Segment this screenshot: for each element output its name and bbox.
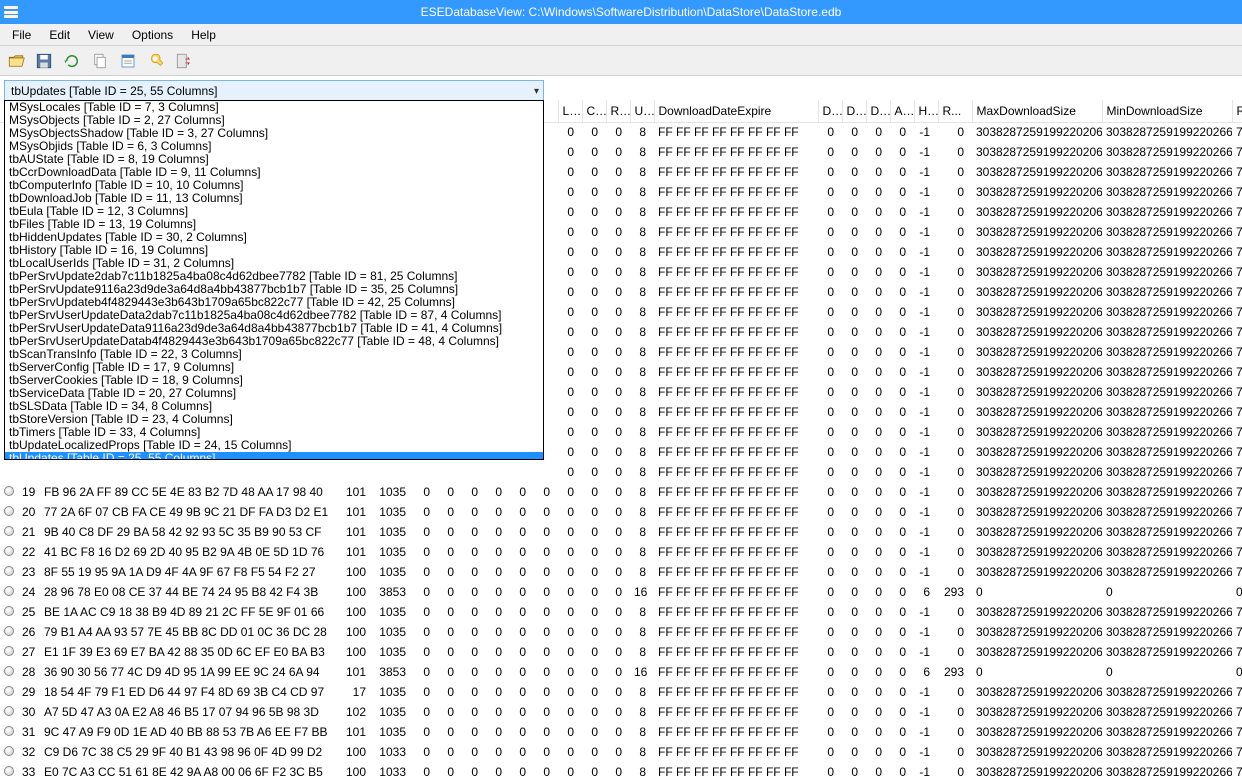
menu-edit[interactable]: Edit xyxy=(41,26,78,44)
column-header[interactable]: C... xyxy=(582,100,606,122)
row-status-icon xyxy=(4,706,14,716)
menubar: FileEditViewOptionsHelp xyxy=(0,24,1242,46)
column-header[interactable]: D... xyxy=(842,100,866,122)
menu-help[interactable]: Help xyxy=(183,26,224,44)
column-header[interactable]: R... xyxy=(938,100,972,122)
table-row[interactable]: 33E0 7C A3 CC 51 61 8E 42 9A A8 00 06 6F… xyxy=(0,762,1242,780)
column-header[interactable]: DownloadDateExpire xyxy=(654,100,818,122)
window-sys-icon xyxy=(4,6,18,18)
menu-file[interactable]: File xyxy=(4,26,39,44)
table-row[interactable]: 19FB 96 2A FF 89 CC 5E 4E 83 B2 7D 48 AA… xyxy=(0,482,1242,502)
titlebar[interactable]: ESEDatabaseView: C:\Windows\SoftwareDist… xyxy=(0,0,1242,24)
row-status-icon xyxy=(4,726,14,736)
column-header[interactable]: L... xyxy=(558,100,582,122)
table-row[interactable]: 219B 40 C8 DF 29 BA 58 42 92 93 5C 35 B9… xyxy=(0,522,1242,542)
row-status-icon xyxy=(4,486,14,496)
table-row[interactable]: 30A7 5D 47 A3 0A E2 A8 46 B5 17 07 94 96… xyxy=(0,702,1242,722)
save-icon[interactable] xyxy=(34,51,54,71)
row-status-icon xyxy=(4,606,14,616)
table-row[interactable]: 25BE 1A AC C9 18 38 B9 4D 89 21 2C FF 5E… xyxy=(0,602,1242,622)
open-icon[interactable] xyxy=(6,51,26,71)
column-header[interactable]: Recom... xyxy=(1232,100,1242,122)
row-status-icon xyxy=(4,746,14,756)
table-row[interactable]: 0008FF FF FF FF FF FF FF FF0000-10303828… xyxy=(0,462,1242,482)
row-status-icon xyxy=(4,666,14,676)
row-status-icon xyxy=(4,566,14,576)
properties-icon[interactable] xyxy=(118,51,138,71)
column-header[interactable]: R... xyxy=(606,100,630,122)
menu-view[interactable]: View xyxy=(80,26,122,44)
table-selector-combo[interactable]: tbUpdates [Table ID = 25, 55 Columns] ▾ xyxy=(4,80,544,102)
dropdown-item[interactable]: tbUpdates [Table ID = 25, 55 Columns] xyxy=(5,452,543,460)
column-header[interactable]: A... xyxy=(890,100,914,122)
column-header[interactable]: U... xyxy=(630,100,654,122)
copy-icon[interactable] xyxy=(90,51,110,71)
table-row[interactable]: 2679 B1 A4 AA 93 57 7E 45 BB 8C DD 01 0C… xyxy=(0,622,1242,642)
column-header[interactable]: D... xyxy=(818,100,842,122)
table-row[interactable]: 319C 47 A9 F9 0D 1E AD 40 BB 88 53 7B A6… xyxy=(0,722,1242,742)
row-status-icon xyxy=(4,646,14,656)
table-row[interactable]: 2428 96 78 E0 08 CE 37 44 BE 74 24 95 B8… xyxy=(0,582,1242,602)
window-title: ESEDatabaseView: C:\Windows\SoftwareDist… xyxy=(24,5,1238,19)
table-selector-dropdown[interactable]: MSysLocales [Table ID = 7, 3 Columns]MSy… xyxy=(4,100,544,460)
find-icon[interactable] xyxy=(146,51,166,71)
table-row[interactable]: 32C9 D6 7C 38 C5 29 9F 40 B1 43 98 96 0F… xyxy=(0,742,1242,762)
column-header[interactable]: H... xyxy=(914,100,938,122)
table-selector-value: tbUpdates [Table ID = 25, 55 Columns] xyxy=(11,84,217,98)
row-status-icon xyxy=(4,526,14,536)
refresh-icon[interactable] xyxy=(62,51,82,71)
column-header[interactable]: D... xyxy=(866,100,890,122)
row-status-icon xyxy=(4,686,14,696)
table-row[interactable]: 27E1 1F 39 E3 69 E7 BA 42 88 35 0D 6C EF… xyxy=(0,642,1242,662)
exit-icon[interactable] xyxy=(174,51,194,71)
row-status-icon xyxy=(4,506,14,516)
chevron-down-icon: ▾ xyxy=(534,86,539,97)
column-header[interactable]: MinDownloadSize xyxy=(1102,100,1232,122)
row-status-icon xyxy=(4,586,14,596)
row-status-icon xyxy=(4,626,14,636)
table-row[interactable]: 2077 2A 6F 07 CB FA CE 49 9B 9C 21 DF FA… xyxy=(0,502,1242,522)
row-status-icon xyxy=(4,546,14,556)
row-status-icon xyxy=(4,766,14,776)
table-row[interactable]: 2918 54 4F 79 F1 ED D6 44 97 F4 8D 69 3B… xyxy=(0,682,1242,702)
toolbar xyxy=(0,46,1242,76)
menu-options[interactable]: Options xyxy=(124,26,181,44)
table-row[interactable]: 2241 BC F8 16 D2 69 2D 40 95 B2 9A 4B 0E… xyxy=(0,542,1242,562)
column-header[interactable]: MaxDownloadSize xyxy=(972,100,1102,122)
table-row[interactable]: 238F 55 19 95 9A 1A D9 4F 4A 9F 67 F8 F5… xyxy=(0,562,1242,582)
table-row[interactable]: 2836 90 30 56 77 4C D9 4D 95 1A 99 EE 9C… xyxy=(0,662,1242,682)
